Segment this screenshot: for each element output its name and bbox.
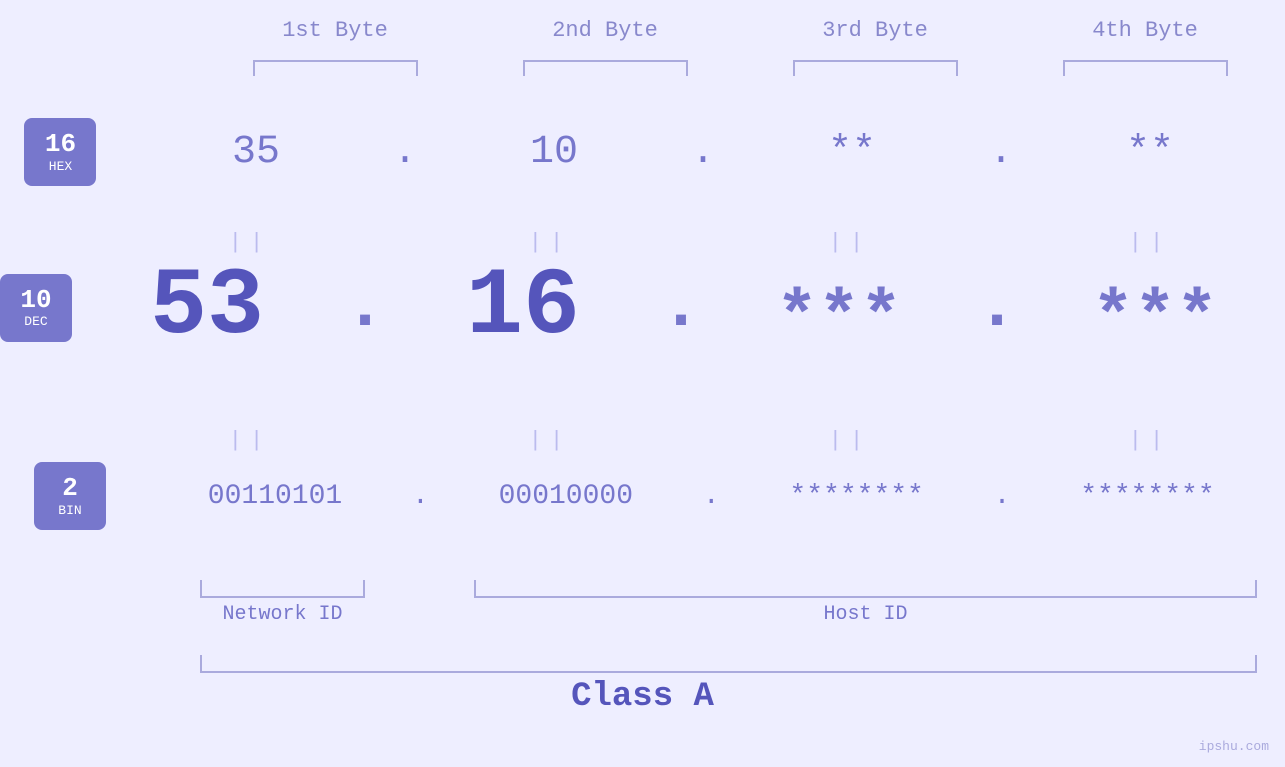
dot-hex-1: . [393, 130, 417, 175]
watermark: ipshu.com [1199, 737, 1269, 755]
hex-badge: 16 HEX [24, 118, 96, 186]
equals-row-2: || || || || [0, 428, 1285, 453]
bin-b3: ******** [789, 481, 923, 512]
dec-b2: 16 [466, 260, 580, 355]
dot-hex-3: . [989, 130, 1013, 175]
dec-b4: *** [1092, 285, 1218, 355]
dot-dec-2: . [660, 268, 702, 355]
bin-b2: 00010000 [499, 481, 633, 512]
bin-row: 2 BIN 00110101 . 00010000 . ******** . *… [0, 462, 1285, 530]
dot-dec-1: . [344, 268, 386, 355]
equals-row-1: || || || || [0, 230, 1285, 255]
eq1-b1: || [229, 230, 271, 255]
eq2-b4: || [1129, 428, 1171, 453]
dot-bin-1: . [412, 481, 429, 512]
dec-badge: 10 DEC [0, 274, 72, 342]
network-id-label: Network ID [200, 603, 365, 626]
network-id-bracket [200, 580, 365, 598]
hex-b4: ** [1126, 130, 1174, 175]
class-label: Class A [0, 678, 1285, 716]
main-container: 1st Byte 2nd Byte 3rd Byte 4th Byte 16 H… [0, 0, 1285, 767]
dot-dec-3: . [976, 268, 1018, 355]
byte3-header: 3rd Byte [740, 18, 1010, 43]
hex-row: 16 HEX 35 . 10 . ** . ** [0, 118, 1285, 186]
dec-row: 10 DEC 53 . 16 . *** . *** [0, 260, 1285, 355]
eq2-b1: || [229, 428, 271, 453]
eq1-b3: || [829, 230, 871, 255]
byte1-header: 1st Byte [200, 18, 470, 43]
eq2-b2: || [529, 428, 571, 453]
hex-b2: 10 [530, 130, 578, 175]
dec-b3: *** [776, 285, 902, 355]
class-bracket [200, 655, 1257, 673]
eq1-b4: || [1129, 230, 1171, 255]
bracket-byte2 [523, 60, 688, 76]
dec-b1: 53 [150, 260, 264, 355]
bin-b1: 00110101 [208, 481, 342, 512]
top-brackets [200, 60, 1280, 76]
byte4-header: 4th Byte [1010, 18, 1280, 43]
dot-bin-2: . [703, 481, 720, 512]
bracket-byte1 [253, 60, 418, 76]
hex-b3: ** [828, 130, 876, 175]
eq1-b2: || [529, 230, 571, 255]
dot-hex-2: . [691, 130, 715, 175]
byte2-header: 2nd Byte [470, 18, 740, 43]
host-id-label: Host ID [474, 603, 1257, 626]
hex-b1: 35 [232, 130, 280, 175]
bin-b4: ******** [1080, 481, 1214, 512]
dot-bin-3: . [994, 481, 1011, 512]
byte-headers: 1st Byte 2nd Byte 3rd Byte 4th Byte [200, 18, 1285, 43]
host-id-bracket [474, 580, 1257, 598]
eq2-b3: || [829, 428, 871, 453]
bracket-byte4 [1063, 60, 1228, 76]
bin-badge: 2 BIN [34, 462, 106, 530]
bracket-byte3 [793, 60, 958, 76]
